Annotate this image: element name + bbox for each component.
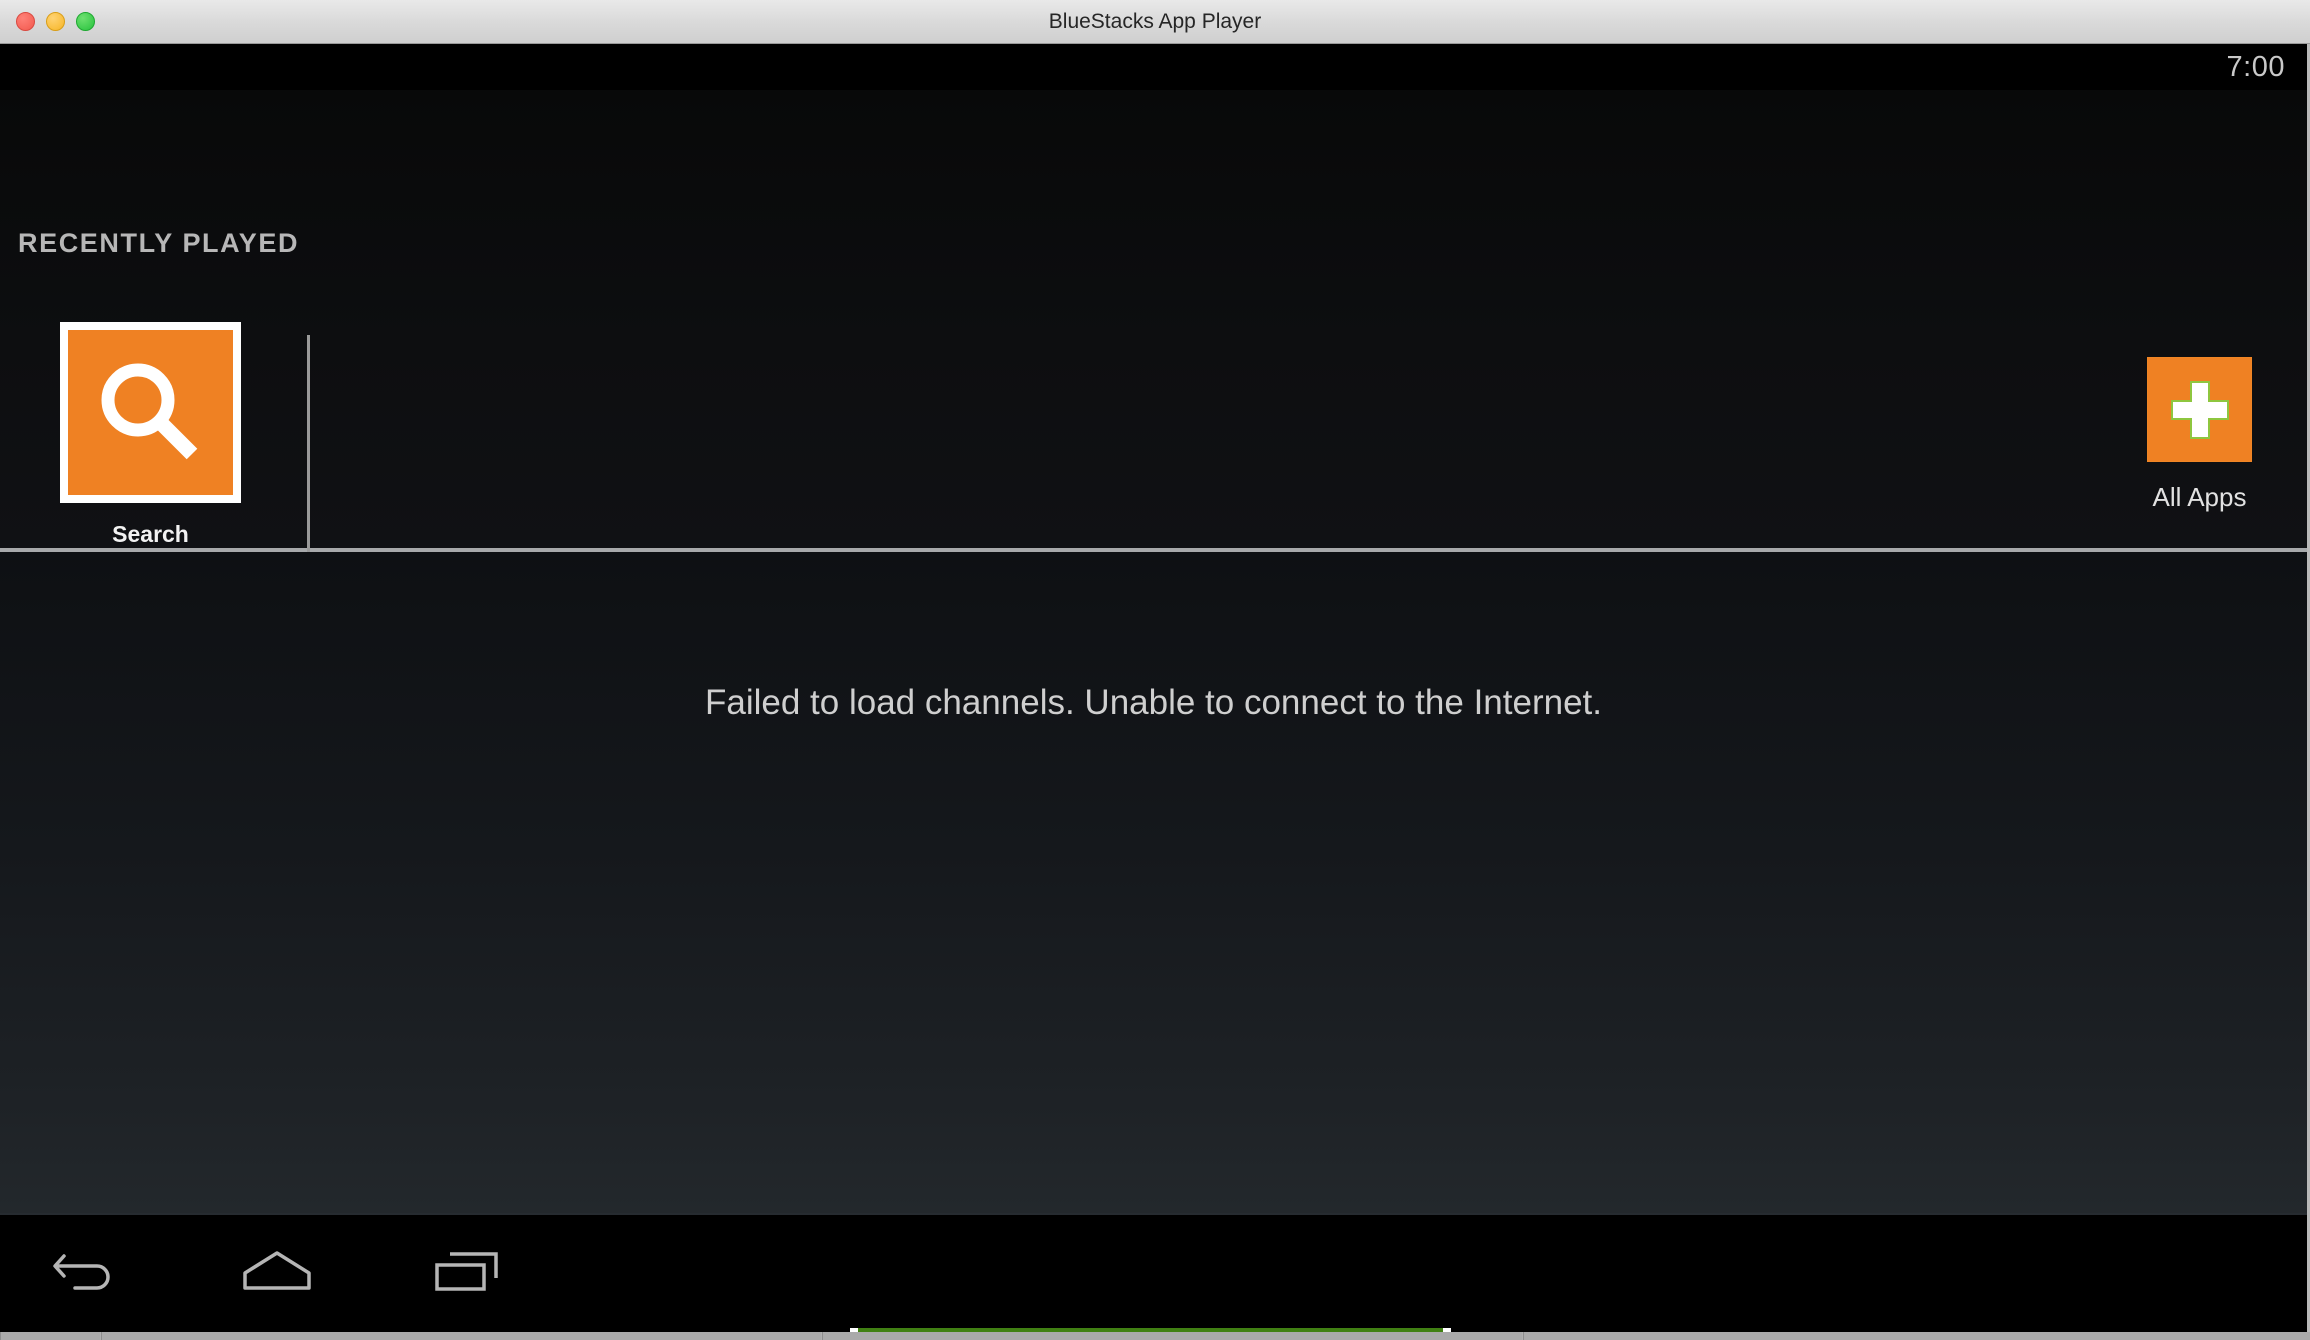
recent-apps-icon[interactable]	[430, 1241, 506, 1303]
status-bar-clock: 7:00	[2226, 50, 2285, 83]
home-glyph	[243, 1250, 311, 1290]
plus-icon[interactable]	[2147, 357, 2252, 462]
app-tile-label-all-apps: All Apps	[2152, 482, 2247, 512]
android-navigation-bar	[0, 1213, 2307, 1328]
minimize-window-button[interactable]	[46, 12, 65, 31]
android-screen: 7:00 RECENTLY PLAYED Search All Apps Fai…	[0, 44, 2310, 1332]
back-arrow-icon[interactable]	[48, 1241, 124, 1303]
app-tile-all-apps[interactable]: All Apps	[2147, 357, 2252, 513]
recent-apps-glyph	[435, 1251, 498, 1291]
app-tile-label-search: Search	[112, 521, 189, 547]
close-window-button[interactable]	[16, 12, 35, 31]
window-controls	[16, 0, 95, 43]
desktop-sliver	[0, 1332, 2310, 1340]
android-status-bar: 7:00	[0, 44, 2307, 90]
recently-played-heading: RECENTLY PLAYED	[18, 228, 300, 258]
window-title: BlueStacks App Player	[1048, 9, 1262, 33]
home-icon[interactable]	[239, 1241, 315, 1303]
main-content-area: Failed to load channels. Unable to conne…	[0, 552, 2307, 1332]
bluestacks-window: BlueStacks App Player 7:00 RECENTLY PLAY…	[0, 0, 2310, 1332]
back-arrow-glyph	[53, 1253, 110, 1290]
app-tile-search[interactable]: Search	[60, 322, 241, 548]
maximize-window-button[interactable]	[76, 12, 95, 31]
plus-glyph	[2170, 380, 2229, 439]
recently-played-section: RECENTLY PLAYED Search All Apps	[0, 90, 2307, 585]
recently-played-divider	[307, 335, 310, 585]
error-message: Failed to load channels. Unable to conne…	[705, 683, 1602, 722]
window-titlebar: BlueStacks App Player	[0, 0, 2310, 44]
magnifier-glyph	[101, 363, 197, 459]
search-icon[interactable]	[60, 322, 241, 503]
